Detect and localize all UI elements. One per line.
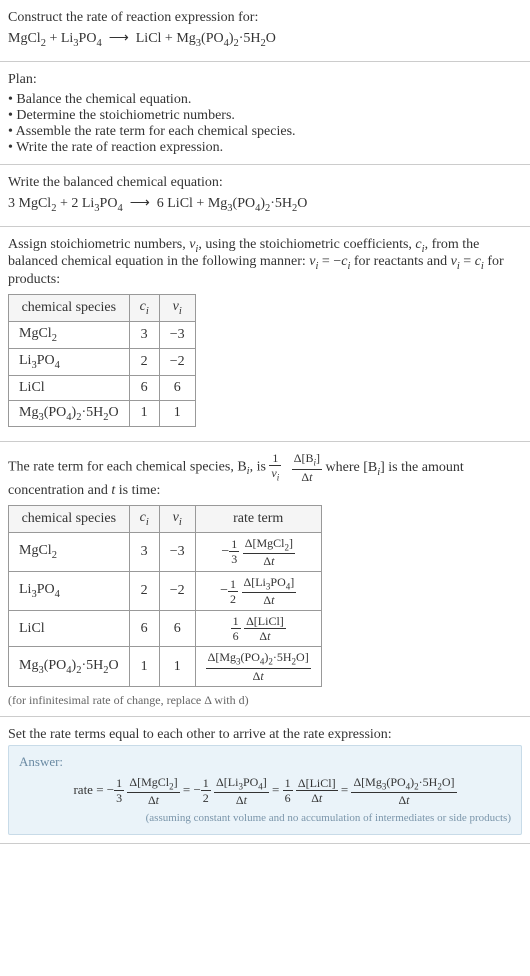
- final-section: Set the rate terms equal to each other t…: [0, 717, 530, 844]
- species-cell: Mg3(PO4)2·5H2O: [9, 400, 130, 427]
- nu-cell: 6: [159, 375, 195, 400]
- table-header: chemical species: [9, 505, 130, 532]
- answer-label: Answer:: [19, 754, 511, 770]
- plan-title: Plan:: [8, 72, 522, 88]
- rate-term-cell: −12 Δ[Li3PO4]Δt: [195, 571, 321, 610]
- frac-num: 1: [269, 452, 281, 466]
- c-cell: 6: [129, 611, 159, 647]
- table-header: νi: [159, 295, 195, 322]
- stoich-table: chemical speciesciνi MgCl23−3Li3PO42−2Li…: [8, 294, 196, 427]
- species-cell: Li3PO4: [9, 348, 130, 375]
- rate-expression: rate = −13 Δ[MgCl2]Δt = −12 Δ[Li3PO4]Δt …: [19, 776, 511, 806]
- nu-cell: −2: [159, 348, 195, 375]
- species-cell: MgCl2: [9, 321, 130, 348]
- nu-cell: 6: [159, 611, 195, 647]
- rate-term-cell: 16 Δ[LiCl]Δt: [195, 611, 321, 647]
- species-cell: Mg3(PO4)2·5H2O: [9, 647, 130, 686]
- table-row: Li3PO42−2: [9, 348, 196, 375]
- c-cell: 2: [129, 348, 159, 375]
- c-cell: 1: [129, 647, 159, 686]
- intro-prefix: The rate term for each chemical species,…: [8, 460, 247, 475]
- c-cell: 3: [129, 532, 159, 571]
- table-row: Li3PO42−2−12 Δ[Li3PO4]Δt: [9, 571, 322, 610]
- rate-terms-note: (for infinitesimal rate of change, repla…: [8, 693, 522, 708]
- plan-item: Assemble the rate term for each chemical…: [8, 124, 522, 140]
- stoich-intro: Assign stoichiometric numbers, νi, using…: [8, 237, 522, 289]
- table-row: LiCl6616 Δ[LiCl]Δt: [9, 611, 322, 647]
- table-header: chemical species: [9, 295, 130, 322]
- nu-cell: −2: [159, 571, 195, 610]
- balanced-title: Write the balanced chemical equation:: [8, 175, 522, 191]
- table-header: rate term: [195, 505, 321, 532]
- nu-cell: 1: [159, 400, 195, 427]
- rate-prefix: rate =: [73, 782, 106, 797]
- plan-item: Write the rate of reaction expression.: [8, 140, 522, 156]
- plan-item: Determine the stoichiometric numbers.: [8, 108, 522, 124]
- table-row: LiCl66: [9, 375, 196, 400]
- header-title: Construct the rate of reaction expressio…: [8, 10, 522, 26]
- nu-cell: 1: [159, 647, 195, 686]
- intro-frac-1: 1 νi: [269, 452, 281, 482]
- c-cell: 6: [129, 375, 159, 400]
- plan-item: Balance the chemical equation.: [8, 92, 522, 108]
- plan-list: Balance the chemical equation.Determine …: [8, 92, 522, 156]
- c-cell: 2: [129, 571, 159, 610]
- unbalanced-equation: MgCl2 + Li3PO4 ⟶ LiCl + Mg3(PO4)2·5H2O: [8, 30, 522, 49]
- rate-term-cell: −13 Δ[MgCl2]Δt: [195, 532, 321, 571]
- c-cell: 3: [129, 321, 159, 348]
- answer-note: (assuming constant volume and no accumul…: [19, 812, 511, 824]
- rate-terms-intro: The rate term for each chemical species,…: [8, 452, 522, 498]
- species-cell: MgCl2: [9, 532, 130, 571]
- intro-frac-2: Δ[Bi] Δt: [292, 452, 322, 482]
- nu-cell: −3: [159, 321, 195, 348]
- header-section: Construct the rate of reaction expressio…: [0, 0, 530, 62]
- table-row: MgCl23−3−13 Δ[MgCl2]Δt: [9, 532, 322, 571]
- species-cell: Li3PO4: [9, 571, 130, 610]
- table-row: Mg3(PO4)2·5H2O11Δ[Mg3(PO4)2·5H2O]Δt: [9, 647, 322, 686]
- final-title: Set the rate terms equal to each other t…: [8, 727, 522, 743]
- nu-cell: −3: [159, 532, 195, 571]
- balanced-equation: 3 MgCl2 + 2 Li3PO4 ⟶ 6 LiCl + Mg3(PO4)2·…: [8, 195, 522, 214]
- plan-section: Plan: Balance the chemical equation.Dete…: [0, 62, 530, 165]
- c-cell: 1: [129, 400, 159, 427]
- frac-den: νi: [269, 466, 281, 482]
- frac-num: Δ[Bi]: [292, 452, 322, 469]
- species-cell: LiCl: [9, 611, 130, 647]
- intro-mid: , is: [250, 460, 270, 475]
- answer-box: Answer: rate = −13 Δ[MgCl2]Δt = −12 Δ[Li…: [8, 745, 522, 835]
- table-header: νi: [159, 505, 195, 532]
- balanced-section: Write the balanced chemical equation: 3 …: [0, 165, 530, 227]
- table-header: ci: [129, 505, 159, 532]
- table-header: ci: [129, 295, 159, 322]
- species-cell: LiCl: [9, 375, 130, 400]
- rate-terms-table: chemical speciesciνirate term MgCl23−3−1…: [8, 505, 322, 687]
- table-row: MgCl23−3: [9, 321, 196, 348]
- rate-terms-section: The rate term for each chemical species,…: [0, 442, 530, 716]
- frac-den: Δt: [292, 470, 322, 483]
- table-row: Mg3(PO4)2·5H2O11: [9, 400, 196, 427]
- stoich-section: Assign stoichiometric numbers, νi, using…: [0, 227, 530, 443]
- rate-term-cell: Δ[Mg3(PO4)2·5H2O]Δt: [195, 647, 321, 686]
